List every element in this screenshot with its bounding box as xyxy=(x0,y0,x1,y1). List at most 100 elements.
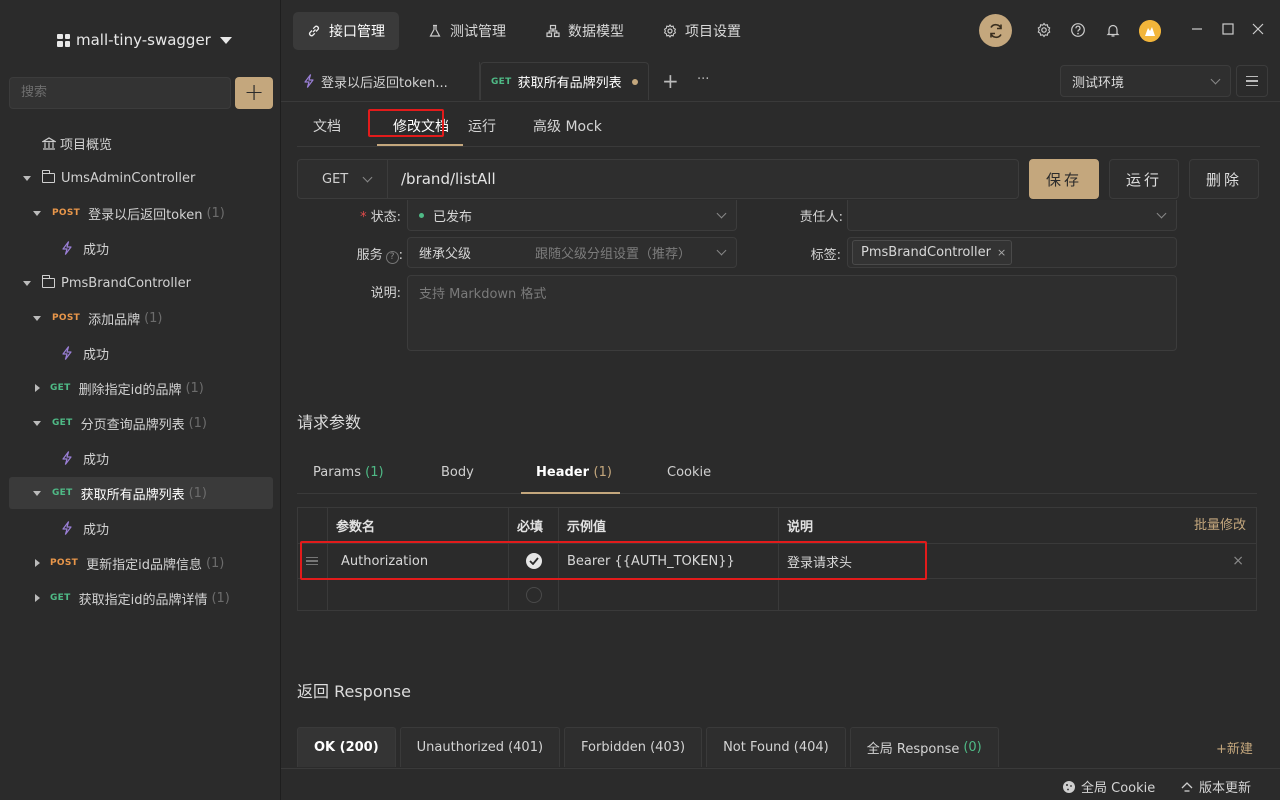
avatar[interactable] xyxy=(1139,20,1161,42)
collapse-icon[interactable] xyxy=(33,490,41,496)
global-cookie-button[interactable]: 全局 Cookie xyxy=(1062,777,1155,796)
tab-label: 获取所有品牌列表 xyxy=(517,76,622,91)
collapse-icon[interactable] xyxy=(33,315,41,321)
method-badge: POST xyxy=(50,558,79,568)
project-switcher[interactable]: mall-tiny-swagger xyxy=(57,31,232,49)
expand-icon[interactable] xyxy=(35,559,40,567)
tab-unauthorized-401[interactable]: Unauthorized (401) xyxy=(399,727,561,767)
subtab-mock[interactable]: 高级 Mock xyxy=(533,116,602,136)
tab-body[interactable]: Body xyxy=(441,465,474,480)
tab-cookie[interactable]: Cookie xyxy=(667,465,711,480)
chevron-down-icon xyxy=(1210,74,1221,84)
version-update-button[interactable]: 版本更新 xyxy=(1180,777,1251,796)
tree-case-success[interactable]: 成功 xyxy=(61,232,109,264)
collapse-icon[interactable] xyxy=(33,420,41,426)
collapse-icon[interactable] xyxy=(23,280,31,286)
tab-forbidden-403[interactable]: Forbidden (403) xyxy=(564,727,703,767)
tree-api-get-brand[interactable]: GET 获取指定id的品牌详情 (1) xyxy=(33,582,230,614)
required-checkbox[interactable] xyxy=(526,587,542,603)
tree-label: 成功 xyxy=(83,242,110,258)
bell-icon[interactable] xyxy=(1105,22,1121,38)
tree-case-success[interactable]: 成功 xyxy=(61,442,109,474)
param-name-cell[interactable] xyxy=(327,579,508,611)
environment-value: 测试环境 xyxy=(1072,75,1125,91)
tree-api-page-brand[interactable]: GET 分页查询品牌列表 (1) xyxy=(33,407,207,439)
required-star: * xyxy=(360,210,367,225)
method-value: GET xyxy=(322,171,349,187)
cookie-icon xyxy=(1063,780,1075,793)
tag-chip: PmsBrandController × xyxy=(852,240,1013,265)
subtab-run[interactable]: 运行 xyxy=(468,116,496,136)
delete-row-icon[interactable]: × xyxy=(1232,553,1244,569)
close-icon[interactable] xyxy=(1251,22,1265,36)
more-tabs-button[interactable]: ··· xyxy=(697,72,709,87)
param-example-cell[interactable] xyxy=(558,579,778,611)
expand-icon[interactable] xyxy=(35,594,40,602)
tree-folder-pms[interactable]: PmsBrandController xyxy=(23,267,191,299)
maximize-icon[interactable] xyxy=(1221,22,1235,36)
new-tab-button[interactable]: + xyxy=(662,69,679,93)
search-input[interactable] xyxy=(21,84,219,99)
tab-not-found-404[interactable]: Not Found (404) xyxy=(706,727,846,767)
owner-select[interactable] xyxy=(847,200,1177,231)
tab-header[interactable]: Header (1) xyxy=(536,465,612,480)
add-button[interactable]: + xyxy=(235,77,273,109)
run-button[interactable]: 运行 xyxy=(1109,159,1179,199)
nav-api-management[interactable]: 接口管理 xyxy=(293,12,399,50)
param-required-cell[interactable] xyxy=(508,579,558,611)
url-input[interactable]: /brand/listAll xyxy=(401,170,496,188)
tab-body-label: Body xyxy=(441,465,474,480)
tab-list-all[interactable]: GET 获取所有品牌列表 xyxy=(480,62,649,100)
param-desc-cell[interactable] xyxy=(778,579,1256,611)
settings-icon[interactable] xyxy=(1036,22,1052,38)
nav-label: 数据模型 xyxy=(568,24,624,40)
tree-case-success[interactable]: 成功 xyxy=(61,512,109,544)
tree-item-overview[interactable]: 项目概览 xyxy=(42,127,112,159)
method-select[interactable]: GET xyxy=(298,160,388,198)
tree-case-success[interactable]: 成功 xyxy=(61,337,109,369)
tag-remove-icon[interactable]: × xyxy=(997,246,1006,259)
gear-icon xyxy=(663,24,677,38)
tab-cookie-label: Cookie xyxy=(667,465,712,480)
environment-menu-button[interactable] xyxy=(1236,65,1268,97)
help-icon[interactable] xyxy=(1070,22,1086,38)
tree-api-list-all[interactable]: GET 获取所有品牌列表 (1) xyxy=(9,477,273,509)
description-textarea[interactable]: 支持 Markdown 格式 xyxy=(407,275,1177,351)
nav-data-model[interactable]: 数据模型 xyxy=(532,12,638,50)
tab-ok-200[interactable]: OK (200) xyxy=(297,727,396,767)
unsaved-dot xyxy=(631,78,638,85)
bolt-icon xyxy=(62,241,72,255)
nav-test-management[interactable]: 测试管理 xyxy=(414,12,520,50)
tree-api-delete-brand[interactable]: GET 删除指定id的品牌 (1) xyxy=(33,372,204,404)
tags-input[interactable]: PmsBrandController × xyxy=(847,237,1177,268)
subtab-doc[interactable]: 文档 xyxy=(313,116,341,136)
tree-api-login[interactable]: POST 登录以后返回token (1) xyxy=(33,197,225,229)
delete-button[interactable]: 删除 xyxy=(1189,159,1259,199)
collapse-icon[interactable] xyxy=(23,175,31,181)
tree-api-update-brand[interactable]: POST 更新指定id品牌信息 (1) xyxy=(33,547,224,579)
environment-select[interactable]: 测试环境 xyxy=(1060,65,1231,97)
tree-folder-ums[interactable]: UmsAdminController xyxy=(23,162,195,194)
tree-label: 获取指定id的品牌详情 xyxy=(78,592,208,608)
batch-edit-button[interactable]: 批量修改 xyxy=(1194,508,1246,544)
service-select[interactable]: 继承父级 跟随父级分组设置（推荐） xyxy=(407,237,737,268)
tree-api-add-brand[interactable]: POST 添加品牌 (1) xyxy=(33,302,163,334)
tab-label: 登录以后返回token... xyxy=(321,75,448,91)
tree-label: 更新指定id品牌信息 xyxy=(86,557,202,573)
status-select[interactable]: 已发布 xyxy=(407,200,737,231)
nav-project-settings[interactable]: 项目设置 xyxy=(649,12,755,50)
col-example-header: 示例值 xyxy=(558,508,778,543)
save-button[interactable]: 保存 xyxy=(1029,159,1099,199)
sync-button[interactable] xyxy=(979,14,1012,47)
tab-global-response[interactable]: 全局 Response (0) xyxy=(849,727,999,767)
expand-icon[interactable] xyxy=(35,384,40,392)
minimize-icon[interactable] xyxy=(1190,22,1204,36)
collapse-icon[interactable] xyxy=(33,210,41,216)
help-icon[interactable]: ? xyxy=(385,251,399,264)
bolt-icon xyxy=(304,74,314,88)
tab-login-token[interactable]: 登录以后返回token... xyxy=(293,62,480,100)
chevron-down-icon xyxy=(362,172,373,182)
new-response-button[interactable]: +新建 xyxy=(1216,738,1253,757)
tab-params[interactable]: Params (1) xyxy=(313,465,384,480)
nav-label: 项目设置 xyxy=(685,24,741,40)
